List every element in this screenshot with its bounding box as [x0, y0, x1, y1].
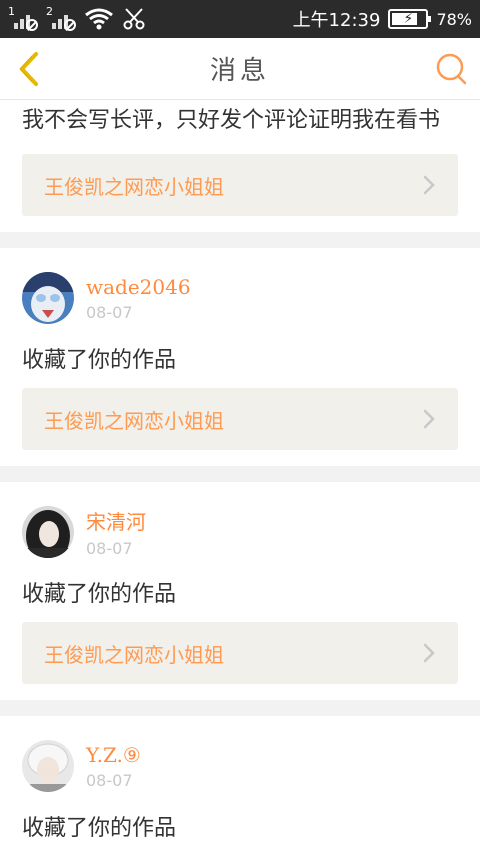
username[interactable]: Y.Z.⑨ — [86, 743, 141, 767]
avatar[interactable] — [22, 506, 74, 558]
chevron-right-icon — [423, 409, 435, 429]
avatar[interactable] — [22, 272, 74, 324]
sim2-number: 2 — [46, 5, 53, 18]
battery-percent: 78% — [436, 9, 472, 29]
status-time: 上午12:39 — [292, 10, 381, 31]
message-card: wade2046 08-07 收藏了你的作品 王俊凯之网恋小姐姐 — [0, 248, 480, 466]
message-card: 宋清河 08-07 收藏了你的作品 王俊凯之网恋小姐姐 — [0, 482, 480, 700]
battery-icon: ⚡ — [388, 9, 432, 29]
message-text: 收藏了你的作品 — [22, 582, 177, 607]
book-link[interactable]: 王俊凯之网恋小姐姐 — [22, 388, 458, 450]
book-title: 王俊凯之网恋小姐姐 — [44, 174, 224, 199]
message-card: Y.Z.⑨ 08-07 收藏了你的作品 — [0, 716, 480, 854]
book-link[interactable]: 王俊凯之网恋小姐姐 — [22, 622, 458, 684]
username[interactable]: 宋清河 — [86, 506, 146, 535]
sim1-number: 1 — [8, 5, 15, 18]
message-text: 收藏了你的作品 — [22, 348, 177, 373]
message-text: 收藏了你的作品 — [22, 816, 177, 841]
signal-1-icon: 1 — [8, 5, 38, 31]
chevron-right-icon — [423, 175, 435, 195]
book-link[interactable]: 王俊凯之网恋小姐姐 — [22, 154, 458, 216]
nav-bar: 消息 — [0, 38, 480, 100]
book-title: 王俊凯之网恋小姐姐 — [44, 642, 224, 667]
chevron-left-icon[interactable] — [12, 50, 48, 88]
status-bar: 1 2 上午12:39 ⚡ 78% — [0, 0, 480, 38]
page-title: 消息 — [209, 56, 270, 86]
search-icon[interactable] — [434, 52, 468, 86]
username[interactable]: wade2046 — [86, 275, 191, 299]
book-title: 王俊凯之网恋小姐姐 — [44, 408, 224, 433]
message-list[interactable]: 我不会写长评，只好发个评论证明我在看书 王俊凯之网恋小姐姐 wade2046 0… — [0, 100, 480, 854]
chevron-right-icon — [423, 643, 435, 663]
message-date: 08-07 — [86, 539, 133, 558]
signal-2-icon: 2 — [46, 5, 76, 31]
message-date: 08-07 — [86, 302, 133, 322]
scissors-icon — [123, 8, 145, 30]
message-card: 我不会写长评，只好发个评论证明我在看书 王俊凯之网恋小姐姐 — [0, 100, 480, 232]
avatar[interactable] — [22, 740, 74, 792]
message-date: 08-07 — [86, 770, 133, 790]
message-text: 我不会写长评，只好发个评论证明我在看书 — [22, 108, 441, 133]
wifi-icon — [85, 8, 113, 30]
